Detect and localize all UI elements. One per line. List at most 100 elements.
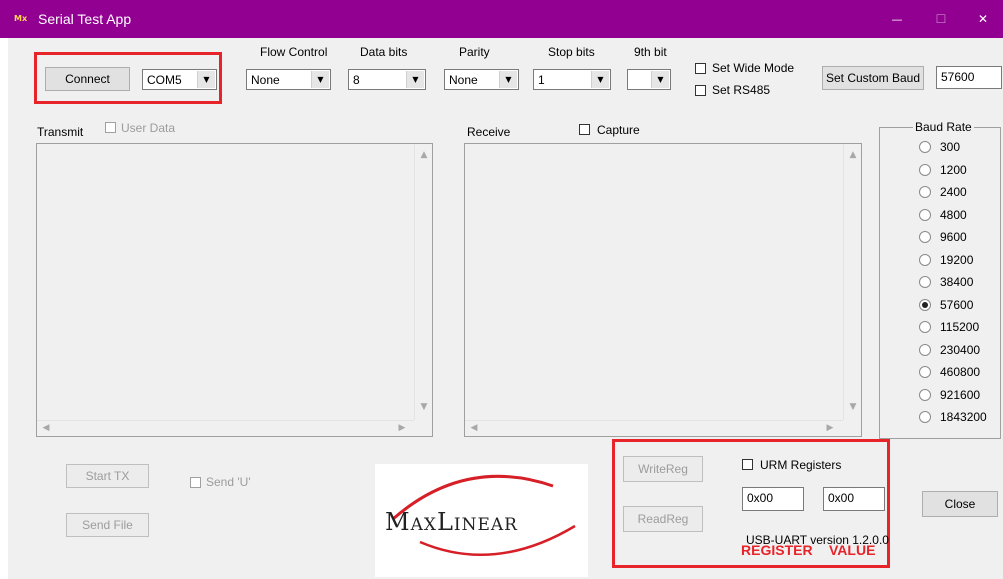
close-window-button[interactable]: ✕ xyxy=(972,8,994,30)
baud-radio-19200[interactable] xyxy=(919,254,931,266)
baud-radio-38400[interactable] xyxy=(919,276,931,288)
register-input-value: 0x00 xyxy=(747,491,774,505)
baud-label-300: 300 xyxy=(940,140,961,154)
flow-control-select[interactable]: None ▼ xyxy=(246,69,331,90)
transmit-horizontal-scrollbar[interactable]: ◀ ▶ xyxy=(37,420,414,436)
data-bits-value: 8 xyxy=(353,73,360,87)
baud-rate-title: Baud Rate xyxy=(913,120,974,134)
capture-checkbox[interactable] xyxy=(579,124,590,135)
flow-control-value: None xyxy=(251,73,280,87)
baud-label-19200: 19200 xyxy=(940,253,974,267)
set-wide-mode-checkbox[interactable] xyxy=(695,63,706,74)
maximize-button[interactable]: ☐ xyxy=(930,8,952,30)
scroll-up-icon[interactable]: ▲ xyxy=(844,150,862,160)
baud-radio-4800[interactable] xyxy=(919,209,931,221)
baud-radio-300[interactable] xyxy=(919,141,931,153)
baud-label-38400: 38400 xyxy=(940,275,974,289)
scroll-up-icon[interactable]: ▲ xyxy=(415,150,433,160)
custom-baud-value: 57600 xyxy=(941,70,975,84)
send-file-button[interactable]: Send File xyxy=(66,513,149,537)
value-annotation: VALUE xyxy=(829,542,876,558)
read-reg-button[interactable]: ReadReg xyxy=(623,506,703,532)
user-data-checkbox[interactable] xyxy=(105,122,116,133)
logo-text: MaxLinear xyxy=(385,508,518,536)
parity-label: Parity xyxy=(459,45,490,59)
scroll-right-icon[interactable]: ▶ xyxy=(395,423,409,433)
receive-label: Receive xyxy=(467,125,511,139)
receive-textarea[interactable]: ▲ ▼ ◀ ▶ xyxy=(464,143,862,437)
transmit-vertical-scrollbar[interactable]: ▲ ▼ xyxy=(414,144,432,420)
title-bar[interactable]: Mx Serial Test App — ☐ ✕ xyxy=(0,0,1003,38)
send-u-label: Send 'U' xyxy=(206,475,251,489)
baud-label-4800: 4800 xyxy=(940,208,967,222)
chevron-down-icon: ▼ xyxy=(591,71,609,88)
parity-select[interactable]: None ▼ xyxy=(444,69,519,90)
write-reg-button[interactable]: WriteReg xyxy=(623,456,703,482)
flow-control-label: Flow Control xyxy=(260,45,328,59)
connect-button[interactable]: Connect xyxy=(45,67,130,91)
value-input[interactable]: 0x00 xyxy=(823,487,885,511)
window-title: Serial Test App xyxy=(38,11,132,27)
start-tx-button[interactable]: Start TX xyxy=(66,464,149,488)
minimize-button[interactable]: — xyxy=(886,8,908,30)
baud-radio-230400[interactable] xyxy=(919,344,931,356)
baud-label-921600: 921600 xyxy=(940,388,981,402)
app-icon: Mx xyxy=(14,14,28,23)
register-input[interactable]: 0x00 xyxy=(742,487,804,511)
baud-label-230400: 230400 xyxy=(940,343,981,357)
close-icon: ✕ xyxy=(977,12,989,26)
port-select-value: COM5 xyxy=(147,73,182,87)
baud-label-57600: 57600 xyxy=(940,298,974,312)
value-input-value: 0x00 xyxy=(828,491,855,505)
scroll-left-icon[interactable]: ◀ xyxy=(39,423,53,433)
set-custom-baud-button[interactable]: Set Custom Baud xyxy=(822,66,924,90)
port-select[interactable]: COM5 ▼ xyxy=(142,69,217,90)
transmit-textarea[interactable]: ▲ ▼ ◀ ▶ xyxy=(36,143,433,437)
stop-bits-label: Stop bits xyxy=(548,45,595,59)
baud-label-115200: 115200 xyxy=(940,320,980,334)
data-bits-select[interactable]: 8 ▼ xyxy=(348,69,426,90)
chevron-down-icon: ▼ xyxy=(651,71,669,88)
stop-bits-select[interactable]: 1 ▼ xyxy=(533,69,611,90)
custom-baud-input[interactable]: 57600 xyxy=(936,66,1002,89)
close-button[interactable]: Close xyxy=(922,491,998,517)
capture-label: Capture xyxy=(597,123,640,137)
baud-label-2400: 2400 xyxy=(940,185,967,199)
set-wide-mode-label: Set Wide Mode xyxy=(712,61,795,75)
baud-label-460800: 460800 xyxy=(940,365,981,379)
ninth-bit-label: 9th bit xyxy=(634,45,667,59)
urm-registers-checkbox[interactable] xyxy=(742,459,753,470)
maxlinear-logo: MaxLinear xyxy=(375,464,588,577)
baud-radio-921600[interactable] xyxy=(919,389,931,401)
chevron-down-icon: ▼ xyxy=(499,71,517,88)
scroll-down-icon[interactable]: ▼ xyxy=(844,402,862,412)
set-rs485-label: Set RS485 xyxy=(712,83,771,97)
baud-label-9600: 9600 xyxy=(940,230,967,244)
baud-radio-1200[interactable] xyxy=(919,164,931,176)
scroll-right-icon[interactable]: ▶ xyxy=(823,423,837,433)
maximize-icon: ☐ xyxy=(935,12,947,26)
send-u-checkbox[interactable] xyxy=(190,477,201,488)
minimize-icon: — xyxy=(891,13,903,26)
baud-radio-1843200[interactable] xyxy=(919,411,931,423)
baud-radio-9600[interactable] xyxy=(919,231,931,243)
baud-label-1200: 1200 xyxy=(940,163,967,177)
baud-radio-2400[interactable] xyxy=(919,186,931,198)
scroll-left-icon[interactable]: ◀ xyxy=(467,423,481,433)
chevron-down-icon: ▼ xyxy=(311,71,329,88)
set-rs485-checkbox[interactable] xyxy=(695,85,706,96)
chevron-down-icon: ▼ xyxy=(406,71,424,88)
chevron-down-icon: ▼ xyxy=(197,71,215,88)
parity-value: None xyxy=(449,73,478,87)
user-data-label: User Data xyxy=(121,121,176,135)
receive-vertical-scrollbar[interactable]: ▲ ▼ xyxy=(843,144,861,420)
data-bits-label: Data bits xyxy=(360,45,408,59)
receive-horizontal-scrollbar[interactable]: ◀ ▶ xyxy=(465,420,843,436)
baud-radio-115200[interactable] xyxy=(919,321,931,333)
baud-label-1843200: 1843200 xyxy=(940,410,987,424)
urm-registers-label: URM Registers xyxy=(760,458,842,472)
baud-radio-460800[interactable] xyxy=(919,366,931,378)
scroll-down-icon[interactable]: ▼ xyxy=(415,402,433,412)
baud-radio-57600[interactable] xyxy=(919,299,931,311)
ninth-bit-select[interactable]: ▼ xyxy=(627,69,671,90)
